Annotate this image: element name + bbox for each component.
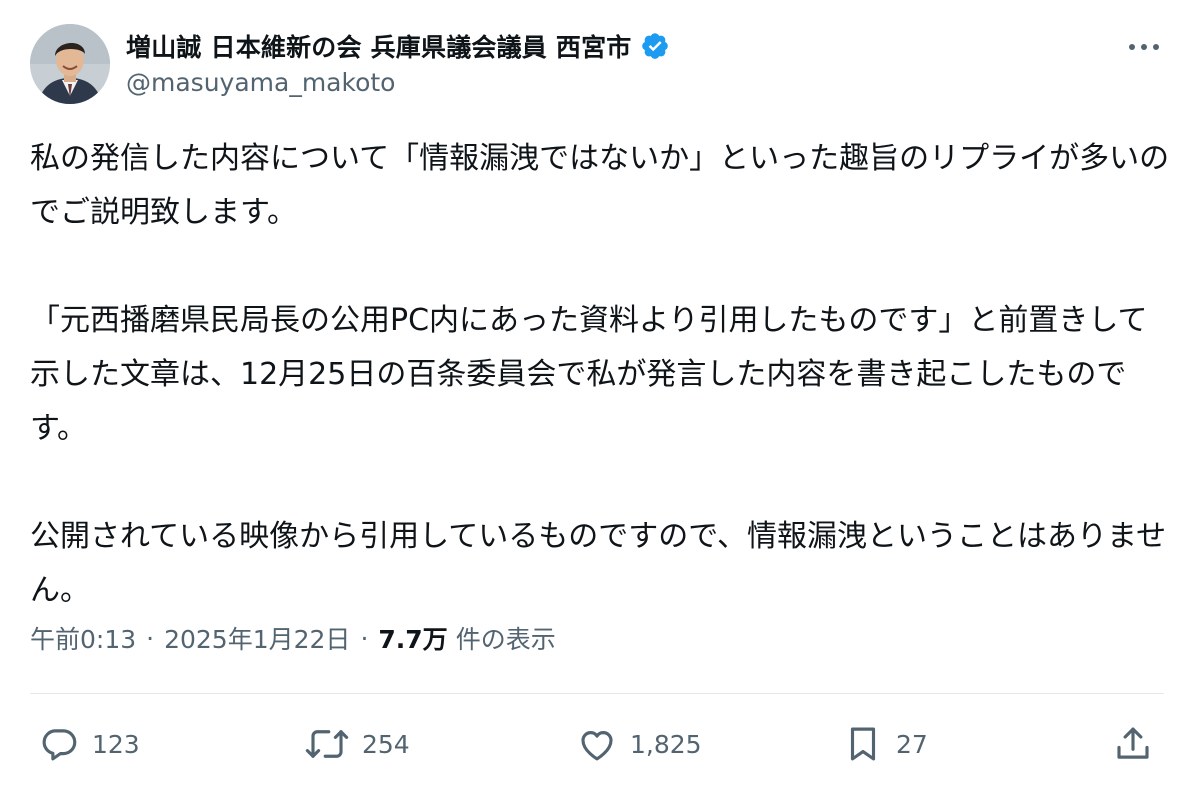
- reply-icon: [38, 723, 80, 765]
- post-meta: 午前0:13 · 2025年1月22日 · 7.7万 件の表示: [30, 614, 556, 662]
- meta-separator: ·: [360, 623, 369, 653]
- repost-count: 254: [362, 729, 410, 759]
- more-options-icon[interactable]: [1124, 32, 1164, 62]
- post-date[interactable]: 2025年1月22日: [164, 620, 350, 656]
- post-time[interactable]: 午前0:13: [30, 620, 136, 656]
- heart-icon: [576, 723, 618, 765]
- action-bar: 123 254 1,825 27: [30, 712, 1164, 776]
- views-label: 件の表示: [455, 625, 556, 654]
- like-count: 1,825: [630, 729, 702, 759]
- tweet-header: 増山誠 日本維新の会 兵庫県議会議員 西宮市 @masuyama_makoto: [30, 24, 1164, 108]
- repost-icon: [304, 723, 350, 765]
- author-names: 増山誠 日本維新の会 兵庫県議会議員 西宮市 @masuyama_makoto: [126, 26, 670, 97]
- avatar[interactable]: [30, 24, 110, 104]
- share-button[interactable]: [1112, 720, 1154, 768]
- display-name[interactable]: 増山誠 日本維新の会 兵庫県議会議員 西宮市: [126, 28, 632, 64]
- post-text: 私の発信した内容について「情報漏洩ではないか」といった趣旨のリプライが多いのでご…: [30, 132, 1170, 618]
- tweet-card: 増山誠 日本維新の会 兵庫県議会議員 西宮市 @masuyama_makoto …: [0, 0, 1194, 786]
- bookmark-count: 27: [896, 729, 928, 759]
- views-count[interactable]: 7.7万: [378, 620, 447, 656]
- post-paragraph-1: 私の発信した内容について「情報漏洩ではないか」といった趣旨のリプライが多いのでご…: [30, 141, 1170, 230]
- bookmark-icon: [842, 723, 884, 765]
- reply-button[interactable]: 123: [38, 720, 140, 768]
- repost-button[interactable]: 254: [304, 720, 410, 768]
- bookmark-button[interactable]: 27: [842, 720, 928, 768]
- share-icon: [1112, 723, 1154, 765]
- post-paragraph-2: 「元西播磨県民局長の公用PC内にあった資料より引用したものです」と前置きして示し…: [30, 303, 1148, 446]
- post-paragraph-3: 公開されている映像から引用しているものですので、情報漏洩ということはありません。: [30, 519, 1167, 608]
- divider: [30, 693, 1164, 694]
- verified-badge-icon[interactable]: [640, 31, 670, 61]
- like-button[interactable]: 1,825: [576, 720, 702, 768]
- author-handle[interactable]: @masuyama_makoto: [126, 68, 670, 97]
- display-name-row: 増山誠 日本維新の会 兵庫県議会議員 西宮市: [126, 26, 670, 66]
- meta-separator: ·: [146, 623, 155, 653]
- reply-count: 123: [92, 729, 140, 759]
